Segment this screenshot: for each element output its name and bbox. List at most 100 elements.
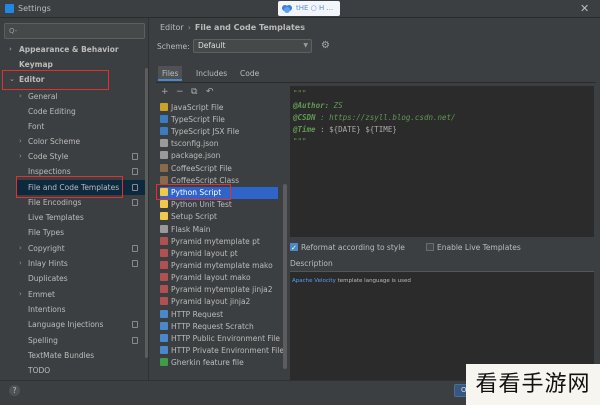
search-input[interactable]: Q- (4, 23, 145, 39)
project-scope-icon (132, 168, 138, 175)
chevron-right-icon: › (19, 152, 22, 160)
sidebar-item-todo[interactable]: TODO (0, 363, 145, 378)
json-file-icon (160, 139, 168, 147)
list-item[interactable]: HTTP Request (160, 309, 223, 321)
chevron-right-icon: › (9, 45, 12, 53)
breadcrumb-separator: › (187, 23, 191, 32)
list-item[interactable]: Setup Script (160, 211, 217, 223)
sidebar-scrollbar[interactable] (145, 68, 148, 358)
list-item[interactable]: tsconfig.json (160, 138, 219, 150)
sidebar-item-appearance[interactable]: › Appearance & Behavior (0, 42, 145, 57)
sidebar-item-font[interactable]: Font (0, 119, 145, 134)
list-item[interactable]: Gherkin feature file (160, 357, 244, 369)
description-label: Description (290, 259, 333, 268)
watermark-logo: 看看手游网 (466, 364, 600, 405)
list-item[interactable]: TypeScript File (160, 114, 225, 126)
pyramid-file-icon (160, 297, 168, 305)
chevron-right-icon: › (19, 244, 22, 252)
list-item[interactable]: Pyramid layout mako (160, 272, 251, 284)
json-file-icon (160, 151, 168, 159)
sidebar-item-copyright[interactable]: › Copyright (0, 241, 145, 256)
editor-line: @Time : ${DATE} ${TIME} (293, 125, 397, 134)
copy-icon[interactable]: ⧉ (191, 88, 197, 97)
list-item[interactable]: CoffeeScript File (160, 163, 232, 175)
list-item[interactable]: HTTP Public Environment File (160, 333, 280, 345)
watermark-badge: tHE ○ H ... (278, 1, 340, 16)
chevron-right-icon: › (19, 92, 22, 100)
window-title: Settings (18, 4, 51, 13)
main-panel: Editor › File and Code Templates Scheme: D… (150, 18, 600, 405)
project-scope-icon (132, 321, 138, 328)
list-item[interactable]: Python Unit Test (160, 199, 232, 211)
cloud-icon (282, 5, 292, 13)
add-icon[interactable]: + (161, 88, 169, 97)
list-item[interactable]: Pyramid layout jinja2 (160, 296, 250, 308)
project-scope-icon (132, 153, 138, 160)
sidebar-item-live-templates[interactable]: Live Templates (0, 210, 145, 225)
sidebar-item-color-scheme[interactable]: › Color Scheme (0, 134, 145, 149)
description-text: Apache Velocity template language is use… (292, 278, 411, 284)
sidebar-item-general[interactable]: › General (0, 89, 145, 104)
sidebar-item-textmate-bundles[interactable]: TextMate Bundles (0, 348, 145, 363)
http-file-icon (160, 334, 168, 342)
gear-icon[interactable]: ⚙ (321, 41, 330, 51)
highlight-box-python-script (156, 184, 231, 200)
reformat-checkbox[interactable]: Reformat according to style (290, 242, 405, 254)
tab-code[interactable]: Code (236, 66, 263, 81)
pyramid-file-icon (160, 285, 168, 293)
breadcrumb-parent[interactable]: Editor (160, 23, 184, 32)
template-editor[interactable]: """ @Author: ZS @CSDN : https://zsyll.bl… (290, 86, 594, 237)
pyramid-file-icon (160, 237, 168, 245)
sidebar-item-spelling[interactable]: Spelling (0, 333, 145, 348)
live-templates-checkbox[interactable]: Enable Live Templates (426, 242, 521, 254)
chevron-right-icon: › (19, 137, 22, 145)
sidebar-item-inlay-hints[interactable]: › Inlay Hints (0, 256, 145, 271)
sidebar-item-duplicates[interactable]: Duplicates (0, 271, 145, 286)
breadcrumb: Editor › File and Code Templates (160, 23, 305, 32)
project-scope-icon (132, 184, 138, 191)
list-item[interactable]: JavaScript File (160, 102, 224, 114)
typescript-file-icon (160, 115, 168, 123)
project-scope-icon (132, 337, 138, 344)
list-item[interactable]: Pyramid mytemplate mako (160, 260, 273, 272)
sidebar-item-intentions[interactable]: Intentions (0, 302, 145, 317)
sidebar-item-file-encodings[interactable]: File Encodings (0, 195, 145, 210)
list-item[interactable]: HTTP Private Environment File (160, 345, 284, 357)
list-item[interactable]: Flask Main (160, 224, 211, 236)
tab-includes[interactable]: Includes (192, 66, 231, 81)
remove-icon[interactable]: − (176, 88, 184, 97)
help-icon[interactable]: ? (9, 385, 20, 396)
checkbox-unchecked-icon (426, 243, 434, 251)
watermark-text: tHE ○ H ... (296, 4, 334, 12)
velocity-link[interactable]: Apache Velocity (292, 278, 336, 284)
sidebar-item-language-injections[interactable]: Language Injections (0, 317, 145, 332)
coffeescript-class-icon (160, 176, 168, 184)
app-icon (5, 4, 14, 13)
list-item[interactable]: TypeScript JSX File (160, 126, 239, 138)
tab-files[interactable]: Files (158, 66, 183, 81)
typescript-jsx-file-icon (160, 127, 168, 135)
editor-line: @Author: ZS (293, 101, 343, 110)
list-scrollbar[interactable] (283, 184, 287, 369)
coffeescript-file-icon (160, 164, 168, 172)
scheme-select[interactable]: Default ▼ (193, 39, 312, 53)
close-icon[interactable]: ✕ (580, 3, 589, 14)
project-scope-icon (132, 245, 138, 252)
editor-line: """ (293, 89, 307, 98)
sidebar-item-code-style[interactable]: › Code Style (0, 149, 145, 164)
list-item[interactable]: HTTP Request Scratch (160, 321, 254, 333)
editor-line: @CSDN : https://zsyll.blog.csdn.net/ (293, 113, 456, 122)
flask-file-icon (160, 225, 168, 233)
sidebar-item-file-types[interactable]: File Types (0, 225, 145, 240)
reset-icon[interactable]: ↶ (206, 88, 214, 97)
sidebar-item-code-editing[interactable]: Code Editing (0, 104, 145, 119)
list-item[interactable]: Pyramid layout pt (160, 248, 238, 260)
settings-sidebar: Q- › Appearance & Behavior Keymap ⌄ Edit… (0, 18, 149, 405)
list-item[interactable]: package.json (160, 150, 220, 162)
gherkin-file-icon (160, 358, 168, 366)
list-item[interactable]: Pyramid mytemplate jinja2 (160, 284, 273, 296)
sidebar-item-emmet[interactable]: › Emmet (0, 287, 145, 302)
page-title: File and Code Templates (194, 23, 305, 32)
list-item[interactable]: Pyramid mytemplate pt (160, 236, 260, 248)
chevron-down-icon: ▼ (303, 42, 308, 49)
